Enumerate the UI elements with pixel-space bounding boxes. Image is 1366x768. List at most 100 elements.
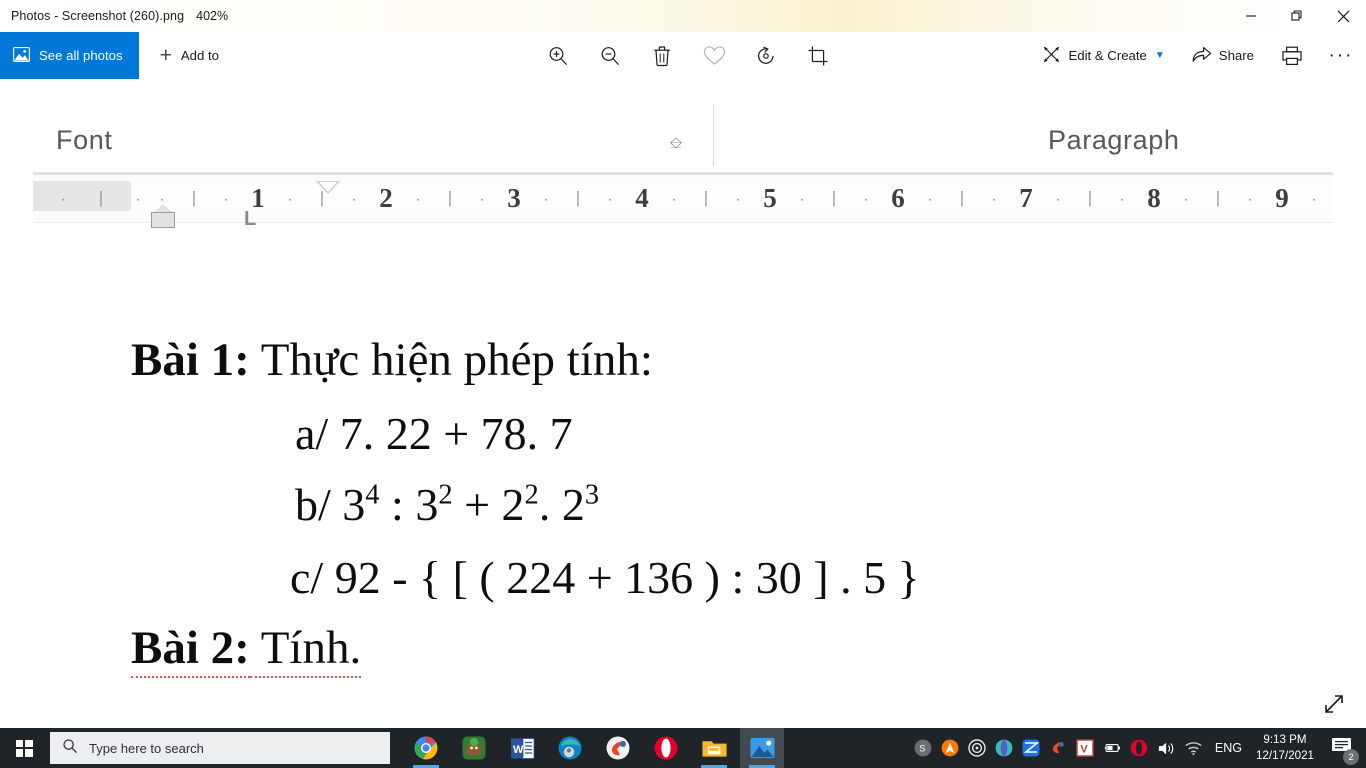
tray-volume-icon[interactable]	[1157, 739, 1176, 758]
ruler-number-4: 4	[635, 183, 649, 213]
tray-browser-icon[interactable]	[995, 739, 1014, 758]
title-bar: Photos - Screenshot (260).png 402%	[0, 0, 1366, 32]
taskbar-search-box[interactable]: Type here to search	[50, 732, 390, 764]
ruler-number-6: 6	[891, 183, 905, 213]
zoom-out-icon[interactable]	[595, 41, 625, 71]
ruler-tick: |	[703, 188, 709, 207]
ruler-number-3: 3	[507, 183, 521, 213]
photo-library-icon	[13, 46, 30, 65]
ruler-tick: ·	[671, 191, 677, 208]
taskicon-edge[interactable]	[548, 728, 592, 768]
tray-opera-icon[interactable]	[1130, 739, 1149, 758]
print-icon[interactable]	[1277, 41, 1307, 71]
tray-language-indicator[interactable]: ENG	[1215, 741, 1242, 755]
tray-battery-icon[interactable]	[1103, 739, 1122, 758]
font-dialog-launcher-icon: ⎒	[669, 135, 683, 152]
line-1b-sup2: 2	[438, 479, 453, 511]
photo-canvas[interactable]: Font ⎒ Paragraph 1 · | · 2 · | · 3 · | · 4 · | · 5 · | · 6 · |…	[0, 79, 1366, 728]
ruler-tick: ·	[223, 191, 229, 208]
favorite-icon[interactable]	[699, 41, 729, 71]
search-icon	[62, 738, 78, 759]
system-tray: S V ENG 9:13 PM 12/17/2021 2	[914, 728, 1366, 768]
delete-icon[interactable]	[647, 41, 677, 71]
add-to-button[interactable]: + Add to	[160, 45, 219, 66]
rotate-icon[interactable]	[751, 41, 781, 71]
tray-wifi-icon[interactable]	[1184, 739, 1203, 758]
ruler-tick: |	[191, 188, 197, 207]
crop-icon[interactable]	[803, 41, 833, 71]
see-all-photos-label: See all photos	[39, 48, 123, 63]
svg-text:V: V	[1081, 743, 1089, 755]
clock-date: 12/17/2021	[1255, 749, 1314, 762]
edit-and-create-button[interactable]: Edit & Create ▼	[1038, 40, 1168, 72]
line-1b-mid3: . 2	[538, 479, 585, 530]
see-all-photos-button[interactable]: See all photos	[0, 32, 139, 79]
ruler-tick: |	[831, 188, 837, 207]
word-document-body: Bài 1: Thực hiện phép tính: a/ 7. 22 + 7…	[33, 229, 1333, 695]
ruler-tick: ·	[543, 191, 549, 208]
tray-avast-icon[interactable]	[941, 739, 960, 758]
edit-create-icon	[1042, 45, 1061, 67]
share-button[interactable]: Share	[1188, 41, 1258, 71]
line-1b-sup3: 2	[524, 479, 539, 511]
svg-text:W: W	[513, 744, 524, 756]
document-line-1a: a/ 7. 22 + 78. 7	[295, 408, 573, 459]
minimize-button[interactable]	[1228, 0, 1274, 32]
ruler-tick: ·	[287, 191, 293, 208]
ruler-tick: |	[1215, 188, 1221, 207]
notification-badge: 2	[1343, 749, 1359, 765]
ribbon-group-font-label: Font	[56, 125, 113, 155]
ruler-number-7: 7	[1019, 183, 1033, 213]
edit-create-label: Edit & Create	[1068, 48, 1147, 63]
tray-skype-icon[interactable]: S	[914, 739, 933, 758]
close-button[interactable]	[1320, 0, 1366, 32]
tray-target-icon[interactable]	[968, 739, 987, 758]
more-options-button[interactable]: ···	[1326, 41, 1356, 71]
ruler-tick: ·	[735, 191, 741, 208]
ruler-tick: |	[1087, 188, 1093, 207]
window-title: Photos - Screenshot (260).png	[11, 9, 185, 23]
expand-resize-icon[interactable]	[1320, 690, 1350, 720]
ruler-tick: |	[575, 188, 581, 207]
ruler-tick: |	[959, 188, 965, 207]
photos-app-window: Photos - Screenshot (260).png 402% See a…	[0, 0, 1366, 768]
taskbar-clock[interactable]: 9:13 PM 12/17/2021	[1256, 732, 1314, 763]
ruler-tick-group: 1·|·2·|·3·|·4·|·5·|·6·|·7·|·8·|·9·|··|··…	[33, 175, 1333, 223]
photos-toolbar: See all photos + Add to Edit & Create ▼ …	[0, 32, 1366, 79]
ruler-tick: ·	[1247, 191, 1253, 208]
taskicon-word[interactable]: W	[500, 728, 544, 768]
restore-button[interactable]	[1274, 0, 1320, 32]
ruler-tick: ·	[479, 191, 485, 208]
ribbon-group-paragraph-label: Paragraph	[1048, 125, 1180, 155]
ruler-tick: ·	[927, 191, 933, 208]
windows-taskbar: Type here to search W S V ENG 9:13 PM 12…	[0, 728, 1366, 768]
taskicon-explorer[interactable]	[692, 728, 736, 768]
ruler-tick: ·	[135, 191, 141, 208]
taskicon-chrome[interactable]	[404, 728, 448, 768]
left-indent-marker[interactable]	[151, 204, 175, 228]
share-label: Share	[1218, 48, 1254, 63]
document-line-bai2: Bài 2: Tính.	[131, 621, 362, 678]
hanging-indent-marker[interactable]	[316, 181, 340, 194]
taskicon-game[interactable]	[452, 728, 496, 768]
tray-antivirus-icon[interactable]: V	[1076, 739, 1095, 758]
bai1-text: Thực hiện phép tính:	[249, 334, 653, 386]
tray-zalo-icon[interactable]	[1022, 739, 1041, 758]
zoom-in-icon[interactable]	[543, 41, 573, 71]
left-indent-marker-body	[151, 212, 175, 228]
taskicon-opera[interactable]	[644, 728, 688, 768]
zoom-level-label: 402%	[196, 9, 229, 23]
notification-center-button[interactable]: 2	[1330, 735, 1359, 765]
taskbar-app-buttons: W	[404, 728, 784, 768]
taskicon-photos[interactable]	[740, 728, 784, 768]
start-button[interactable]	[0, 728, 48, 768]
ruler-number-2: 2	[379, 183, 393, 213]
document-line-1b: b/ 34 : 32 + 22. 23	[295, 478, 599, 531]
tray-coccoc-icon[interactable]	[1049, 739, 1068, 758]
screenshot-image: Font ⎒ Paragraph 1 · | · 2 · | · 3 · | · 4 · | · 5 · | · 6 · |…	[33, 79, 1333, 695]
tab-stop-marker[interactable]: L	[244, 209, 256, 229]
share-icon	[1192, 46, 1212, 66]
bai1-label: Bài 1:	[131, 334, 250, 386]
taskicon-coccoc[interactable]	[596, 728, 640, 768]
line-1b-base: b/ 3	[295, 479, 366, 530]
